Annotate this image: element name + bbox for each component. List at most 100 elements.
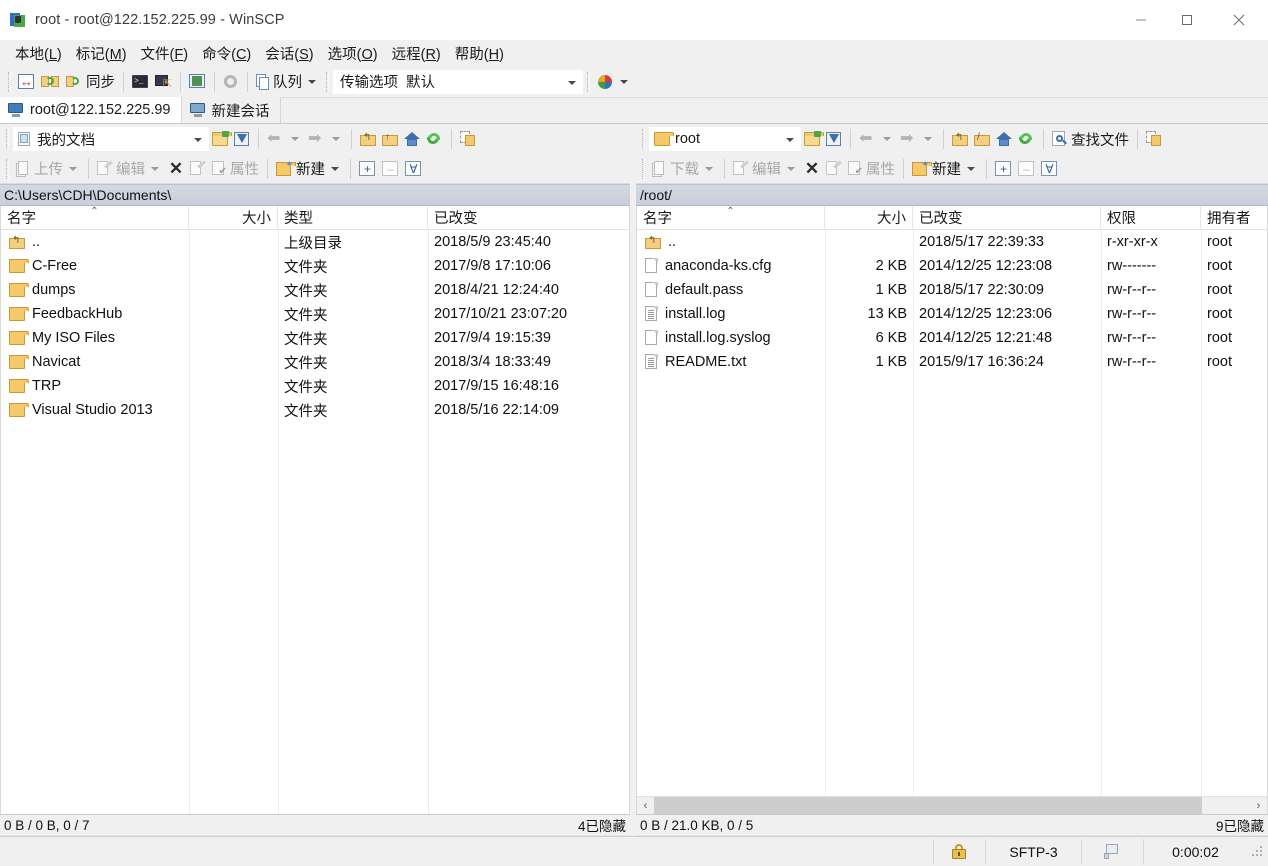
remote-directory-combo[interactable]: root (649, 127, 801, 151)
download-chevron-down-icon[interactable] (705, 166, 713, 171)
commander-view-button[interactable] (186, 69, 209, 95)
local-edit-button[interactable]: 编辑 (94, 156, 165, 182)
table-row[interactable]: default.pass 1 KB 2018/5/17 22:30:09 rw-… (637, 278, 1267, 302)
minimize-button[interactable] (1118, 0, 1164, 40)
open-terminal-button[interactable]: >_ (129, 69, 152, 95)
menu-options[interactable]: 选项(O) (321, 41, 385, 66)
remote-refresh-button[interactable] (1015, 126, 1038, 152)
remote-parent-directory-button[interactable]: ↰ (949, 126, 971, 152)
local-drive-chevron-down-icon[interactable] (194, 138, 202, 142)
toolbar-grip[interactable] (8, 71, 11, 92)
remote-delete-button[interactable]: ✕ (801, 156, 823, 182)
table-row[interactable]: ↰ .. 2018/5/17 22:39:33 r-xr-xr-x root (637, 230, 1267, 254)
local-forward-button[interactable]: ➡ (305, 126, 346, 152)
open-putty-button[interactable]: ⇱ (152, 69, 175, 95)
local-select-add-button[interactable]: + (356, 156, 379, 182)
local-parent-directory-button[interactable]: ↰ (357, 126, 379, 152)
local-drive-combo[interactable]: 我的文档 (13, 127, 209, 151)
sync-browsing-button[interactable]: ↔ (15, 69, 38, 95)
remote-op-grip[interactable] (642, 158, 645, 179)
table-row[interactable]: TRP 文件夹 2017/9/15 16:48:16 (1, 374, 629, 398)
local-home-directory-button[interactable] (401, 126, 423, 152)
session-duration[interactable]: 0:00:02 (1143, 838, 1247, 865)
table-row[interactable]: install.log 13 KB 2014/12/25 12:23:06 rw… (637, 302, 1267, 326)
encryption-status[interactable] (933, 838, 985, 865)
remote-back-button[interactable]: ⬅ (856, 126, 897, 152)
remote-forward-chevron-down-icon[interactable] (924, 137, 932, 141)
local-forward-chevron-down-icon[interactable] (332, 137, 340, 141)
remote-column-rights[interactable]: 权限 (1101, 206, 1201, 229)
local-file-list[interactable]: 名字 ⌃ 大小 类型 已改变 ↰ .. 上级目录 2018/5/9 23:45:… (0, 206, 630, 814)
table-row[interactable]: dumps 文件夹 2018/4/21 12:24:40 (1, 278, 629, 302)
queue-chevron-down-icon[interactable] (308, 79, 316, 84)
menu-commands[interactable]: 命令(C) (195, 41, 258, 66)
menu-session[interactable]: 会话(S) (258, 41, 320, 66)
remote-edit-button[interactable]: 编辑 (730, 156, 801, 182)
remote-select-add-button[interactable]: + (992, 156, 1015, 182)
remote-forward-button[interactable]: ➡ (897, 126, 938, 152)
menu-local[interactable]: 本地(L) (8, 41, 69, 66)
resize-grip-icon[interactable] (1251, 845, 1265, 859)
remote-root-directory-button[interactable]: / (971, 126, 993, 152)
scroll-right-arrow-icon[interactable]: › (1250, 797, 1267, 814)
remote-properties-button[interactable]: ✔ 属性 (845, 156, 898, 182)
local-filter-button[interactable] (231, 126, 253, 152)
local-root-directory-button[interactable]: ↑ (379, 126, 401, 152)
table-row[interactable]: install.log.syslog 6 KB 2014/12/25 12:21… (637, 326, 1267, 350)
local-path-grip[interactable] (6, 129, 9, 149)
local-column-name[interactable]: 名字 ⌃ (1, 206, 189, 229)
synchronize-button[interactable] (38, 69, 62, 95)
remote-horizontal-scrollbar[interactable]: ‹ › (636, 796, 1268, 814)
transfer-settings-combo[interactable]: 传输选项 默认 (333, 69, 583, 94)
remote-column-owner[interactable]: 拥有者 (1201, 206, 1267, 229)
new-session-tab[interactable]: 新建会话 (181, 97, 281, 123)
queue-button[interactable]: 队列 (253, 69, 322, 95)
local-column-type[interactable]: 类型 (278, 206, 428, 229)
remote-selection-filter-button[interactable]: ∀ (1038, 156, 1061, 182)
remote-column-changed[interactable]: 已改变 (913, 206, 1101, 229)
download-button[interactable]: 下载 (649, 156, 719, 182)
toolbar-grip-3[interactable] (587, 71, 590, 92)
menu-remote[interactable]: 远程(R) (385, 41, 448, 66)
local-delete-button[interactable]: ✕ (165, 156, 187, 182)
scrollbar-track[interactable] (654, 797, 1250, 814)
scrollbar-thumb[interactable] (654, 797, 1203, 814)
local-rename-button[interactable] (187, 156, 209, 182)
remote-column-size[interactable]: 大小 (825, 206, 913, 229)
protocol-status[interactable]: SFTP-3 (985, 838, 1081, 865)
remote-column-name[interactable]: 名字 ⌃ (637, 206, 825, 229)
remote-file-list[interactable]: 名字 ⌃ 大小 已改变 权限 拥有者 ↰ .. 2018/5/17 22:39:… (636, 206, 1268, 796)
remote-new-button[interactable]: ✦ 新建 (909, 156, 981, 182)
upload-button[interactable]: 上传 (13, 156, 83, 182)
local-edit-chevron-down-icon[interactable] (151, 166, 159, 171)
table-row[interactable]: Navicat 文件夹 2018/3/4 18:33:49 (1, 350, 629, 374)
remote-rename-button[interactable] (823, 156, 845, 182)
local-back-chevron-down-icon[interactable] (291, 137, 299, 141)
local-open-directory-button[interactable] (209, 126, 232, 152)
local-back-button[interactable]: ⬅ (264, 126, 305, 152)
remote-home-directory-button[interactable] (993, 126, 1015, 152)
local-refresh-button[interactable] (423, 126, 446, 152)
preferences-button[interactable] (220, 69, 242, 95)
menu-mark[interactable]: 标记(M) (69, 41, 134, 66)
remote-open-directory-button[interactable] (801, 126, 824, 152)
globe-chevron-down-icon[interactable] (620, 79, 628, 84)
table-row[interactable]: FeedbackHub 文件夹 2017/10/21 23:07:20 (1, 302, 629, 326)
remote-select-remove-button[interactable]: – (1015, 156, 1038, 182)
local-copy-path-button[interactable] (457, 126, 479, 152)
table-row[interactable]: anaconda-ks.cfg 2 KB 2014/12/25 12:23:08… (637, 254, 1267, 278)
local-properties-button[interactable]: ✔ 属性 (209, 156, 262, 182)
upload-chevron-down-icon[interactable] (69, 166, 77, 171)
transfer-settings-globe-button[interactable] (594, 69, 634, 95)
remote-filter-button[interactable] (823, 126, 845, 152)
menu-files[interactable]: 文件(F) (134, 41, 196, 66)
network-status[interactable] (1081, 838, 1143, 865)
remote-back-chevron-down-icon[interactable] (883, 137, 891, 141)
remote-edit-chevron-down-icon[interactable] (787, 166, 795, 171)
table-row[interactable]: My ISO Files 文件夹 2017/9/4 19:15:39 (1, 326, 629, 350)
toolbar-grip-2[interactable] (326, 71, 329, 92)
remote-new-chevron-down-icon[interactable] (967, 166, 975, 171)
remote-path-grip[interactable] (642, 129, 645, 149)
local-selection-filter-button[interactable]: ∀ (402, 156, 425, 182)
refresh-sync-button[interactable]: 同步 (62, 69, 118, 95)
